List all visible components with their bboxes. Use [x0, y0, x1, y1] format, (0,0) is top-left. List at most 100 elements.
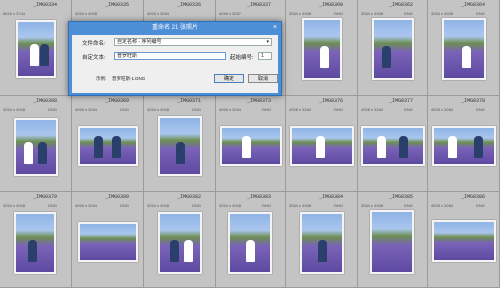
file-extension: DNG [120, 107, 129, 112]
dialog-title: 重命名 21 张照片 [151, 25, 198, 31]
image-dimensions: 4928 x 3264 [431, 107, 454, 112]
image-dimensions: 3264 x 4928 [219, 203, 242, 208]
file-extension: DNG [334, 11, 343, 16]
thumbnail[interactable] [290, 126, 354, 166]
thumbnail[interactable] [300, 212, 344, 274]
file-name: _IMG0384 [318, 194, 343, 200]
person-figure [382, 45, 391, 68]
file-extension: DNG [476, 107, 485, 112]
thumbnail[interactable] [302, 18, 342, 80]
dialog-body: 文件命名: 自定名称 - 序列编号 ▾ 自定文本: 普罗旺斯 起始编号: 1 示… [72, 35, 278, 93]
thumbnail[interactable] [432, 220, 496, 262]
image-dimensions: 4928 x 3264 [361, 107, 384, 112]
photo-cell[interactable]: _IMG0379 3264 x 4928 DNG [0, 192, 72, 288]
thumbnail[interactable] [442, 18, 486, 80]
photo-cell[interactable]: _IMG0364 3264 x 4928 DNG [428, 0, 500, 96]
thumbnail[interactable] [78, 222, 138, 262]
thumbnail[interactable] [220, 126, 282, 166]
photo-cell[interactable]: _IMG0377 4928 x 3264 DNG [358, 96, 428, 192]
image-dimensions: 3264 x 4928 [361, 203, 384, 208]
photo-cell[interactable]: _IMG0378 4928 x 3264 DNG [428, 96, 500, 192]
ok-button[interactable]: 确定 [214, 74, 244, 83]
photo-cell[interactable]: _IMG0360 3264 x 4928 DNG [286, 0, 358, 96]
photo-cell[interactable]: _IMG0386 4928 x 3264 DNG [428, 192, 500, 288]
image-dimensions: 4928 x 3264 [147, 11, 170, 16]
person-figure [184, 239, 193, 262]
person-figure [28, 239, 37, 262]
photo-cell[interactable]: _IMG0371 3264 x 4928 DNG [144, 96, 216, 192]
example-value: 普罗旺斯-1.DNG [112, 76, 146, 81]
photo-cell[interactable]: _IMG0382 3264 x 4928 DNG [144, 192, 216, 288]
image-dimensions: 5616 x 3744 [3, 11, 26, 16]
thumbnail[interactable] [370, 210, 414, 274]
close-icon[interactable]: × [273, 24, 277, 31]
thumbnail[interactable] [372, 18, 414, 80]
rename-dialog: 重命名 21 张照片 × 文件命名: 自定名称 - 序列编号 ▾ 自定文本: 普… [68, 21, 282, 96]
file-name: _IMG0377 [388, 98, 413, 104]
photo-cell[interactable]: _IMG0362 3264 x 4928 DNG [358, 0, 428, 96]
photo-cell[interactable]: _IMG0383 3264 x 4928 DNG [216, 192, 286, 288]
file-name: _IMG0380 [104, 194, 129, 200]
photo-cell[interactable]: _IMG0373 4928 x 3264 DNG [216, 96, 286, 192]
thumbnail[interactable] [158, 212, 202, 274]
file-extension: DNG [192, 203, 201, 208]
image-dimensions: 4928 x 3264 [219, 107, 242, 112]
image-dimensions: 3264 x 4928 [361, 11, 384, 16]
file-naming-value: 自定名称 - 序列编号 [117, 39, 162, 45]
image-dimensions: 3264 x 4928 [3, 107, 26, 112]
thumbnail[interactable] [361, 126, 425, 166]
person-figure [242, 135, 251, 158]
person-figure [377, 135, 386, 158]
file-extension: DNG [334, 203, 343, 208]
file-extension: DNG [476, 11, 485, 16]
person-figure [462, 45, 471, 68]
file-name: _IMG0362 [388, 2, 413, 8]
file-name: _IMG0379 [32, 194, 57, 200]
photo-cell[interactable]: _IMG0380 4928 x 3264 DNG [72, 192, 144, 288]
thumbnail[interactable] [14, 212, 56, 274]
image-dimensions: 3264 x 4928 [431, 11, 454, 16]
thumbnail[interactable] [158, 116, 202, 176]
thumbnail[interactable] [78, 126, 138, 166]
file-name: _IMG0373 [246, 98, 271, 104]
person-figure [112, 135, 121, 158]
thumbnail[interactable] [16, 20, 56, 78]
person-figure [318, 239, 327, 262]
photo-cell[interactable]: _IMG0385 3264 x 4928 DNG [358, 192, 428, 288]
start-number-input[interactable]: 1 [258, 52, 272, 60]
person-figure [176, 141, 185, 164]
person-figure [320, 45, 329, 68]
person-figure [38, 142, 47, 165]
file-name: _IMG0386 [460, 194, 485, 200]
photo-cell[interactable]: _IMG0369 4928 x 3264 DNG [72, 96, 144, 192]
file-extension: DNG [404, 107, 413, 112]
cancel-button[interactable]: 取消 [248, 74, 278, 83]
photo-cell[interactable]: _IMG0376 4928 x 3264 DNG [286, 96, 358, 192]
file-name: _IMG0371 [176, 98, 201, 104]
image-dimensions: 4048 x 3037 [219, 11, 242, 16]
image-dimensions: 3264 x 4928 [3, 203, 26, 208]
file-naming-select[interactable]: 自定名称 - 序列编号 ▾ [114, 38, 272, 46]
person-figure [246, 239, 255, 262]
file-extension: DNG [476, 203, 485, 208]
person-figure [94, 135, 103, 158]
file-name: _IMG0360 [318, 2, 343, 8]
photo-cell[interactable]: _IMG0384 3264 x 4928 DNG [286, 192, 358, 288]
file-extension: DNG [48, 203, 57, 208]
person-figure [316, 135, 325, 158]
file-name: _IMG0337 [246, 2, 271, 8]
image-dimensions: 4928 x 3264 [75, 107, 98, 112]
thumbnail[interactable] [14, 118, 58, 176]
image-dimensions: 3264 x 4928 [289, 11, 312, 16]
file-name: _IMG0364 [460, 2, 485, 8]
file-name: _IMG0385 [388, 194, 413, 200]
file-name: _IMG0336 [176, 2, 201, 8]
photo-cell[interactable]: _IMG0334 5616 x 3744 [0, 0, 72, 96]
file-extension: DNG [404, 11, 413, 16]
custom-text-input[interactable]: 普罗旺斯 [114, 52, 226, 60]
photo-cell[interactable]: _IMG0368 3264 x 4928 DNG [0, 96, 72, 192]
thumbnail[interactable] [228, 212, 272, 274]
thumbnail[interactable] [432, 126, 496, 166]
chevron-down-icon: ▾ [266, 39, 269, 45]
file-name: _IMG0378 [460, 98, 485, 104]
